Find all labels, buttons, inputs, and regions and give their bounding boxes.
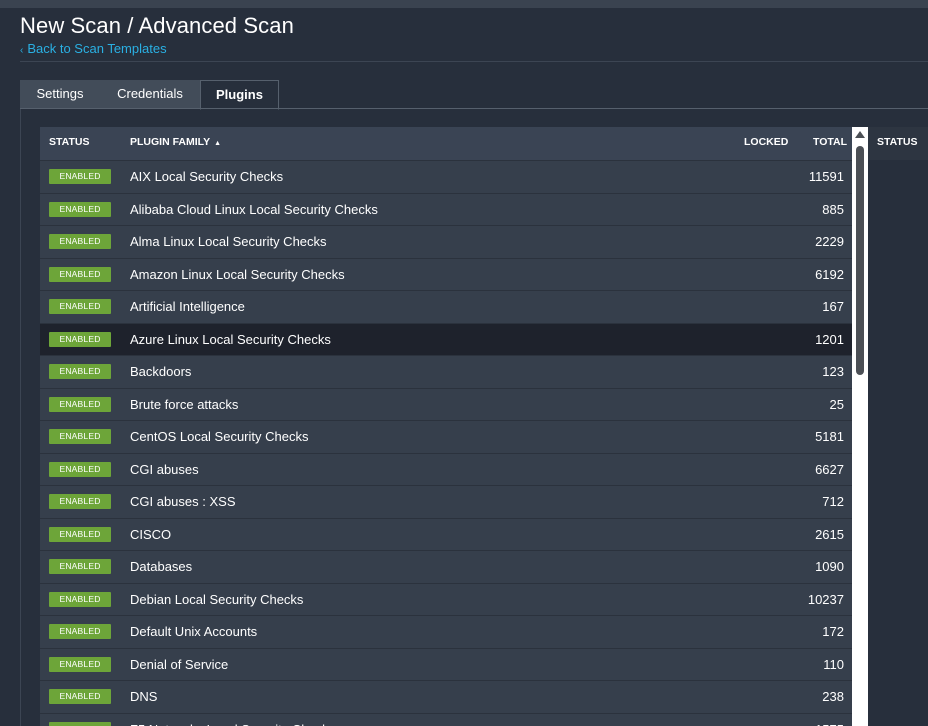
chevron-left-icon: ‹ bbox=[20, 45, 24, 56]
page-title: New Scan / Advanced Scan bbox=[20, 13, 294, 38]
status-badge[interactable]: ENABLED bbox=[49, 624, 111, 639]
status-badge[interactable]: ENABLED bbox=[49, 201, 111, 217]
table-row[interactable]: ENABLED CISCO 2615 bbox=[40, 517, 852, 551]
column-total[interactable]: TOTAL bbox=[813, 127, 847, 160]
status-badge[interactable]: ENABLED bbox=[49, 526, 111, 542]
plugin-family-name: Denial of Service bbox=[130, 656, 229, 672]
table-row[interactable]: ENABLED CentOS Local Security Checks 5181 bbox=[40, 420, 852, 453]
table-row[interactable]: ENABLED DNS 238 bbox=[40, 680, 852, 713]
status-badge[interactable]: ENABLED bbox=[49, 331, 111, 347]
plugin-total-count: 6192 bbox=[815, 266, 844, 282]
table-row[interactable]: ENABLED Denial of Service 110 bbox=[40, 647, 852, 681]
plugin-family-name: Debian Local Security Checks bbox=[130, 591, 304, 607]
plugin-family-name: Brute force attacks bbox=[130, 396, 239, 412]
table-row[interactable]: ENABLED Alma Linux Local Security Checks 2… bbox=[40, 225, 852, 258]
plugin-family-name: Backdoors bbox=[130, 364, 192, 379]
scroll-up-arrow-icon[interactable] bbox=[852, 129, 868, 141]
table-row[interactable]: ENABLED Amazon Linux Local Security Check… bbox=[40, 257, 852, 291]
status-badge[interactable]: ENABLED bbox=[49, 364, 111, 379]
back-link-label: Back to Scan Templates bbox=[27, 41, 167, 56]
sort-ascending-icon: ▲ bbox=[214, 140, 222, 147]
table-row[interactable]: ENABLED Databases 1090 bbox=[40, 550, 852, 583]
plugin-family-name: F5 Networks Local Security Checks bbox=[130, 714, 335, 726]
table-row[interactable]: ENABLED Debian Local Security Checks 10237 bbox=[40, 582, 852, 616]
status-badge[interactable]: ENABLED bbox=[49, 234, 111, 249]
table-row[interactable]: ENABLED AIX Local Security Checks 11591 bbox=[40, 160, 852, 193]
tab-settings[interactable]: Settings bbox=[20, 80, 100, 108]
status-badge[interactable]: ENABLED bbox=[49, 494, 111, 509]
table-row[interactable]: ENABLED Brute force attacks 25 bbox=[40, 387, 852, 421]
table-row[interactable]: ENABLED Alibaba Cloud Linux Local Securit… bbox=[40, 192, 852, 226]
status-badge[interactable]: ENABLED bbox=[49, 429, 111, 444]
status-badge[interactable]: ENABLED bbox=[49, 461, 111, 477]
tab-credentials[interactable]: Credentials bbox=[100, 80, 200, 108]
plugin-family-name: Alma Linux Local Security Checks bbox=[130, 234, 327, 249]
status-badge[interactable]: ENABLED bbox=[49, 559, 111, 574]
plugin-total-count: 1575 bbox=[815, 714, 844, 726]
plugin-family-name: DNS bbox=[130, 689, 158, 704]
table-row[interactable]: ENABLED Azure Linux Local Security Checks… bbox=[40, 322, 852, 356]
table-row[interactable]: ENABLED CGI abuses : XSS 712 bbox=[40, 485, 852, 518]
plugin-total-count: 123 bbox=[822, 364, 844, 379]
plugin-family-name: Artificial Intelligence bbox=[130, 299, 245, 314]
plugin-total-count: 11591 bbox=[808, 169, 844, 184]
status-badge[interactable]: ENABLED bbox=[49, 266, 111, 282]
plugin-family-name: Default Unix Accounts bbox=[130, 624, 258, 639]
tab-plugins[interactable]: Plugins bbox=[200, 80, 279, 110]
column-plugin-family[interactable]: PLUGIN FAMILY ▲ bbox=[130, 127, 221, 160]
column-status[interactable]: STATUS bbox=[49, 127, 89, 160]
status-badge[interactable]: ENABLED bbox=[49, 169, 111, 184]
plugin-family-name: Databases bbox=[130, 559, 193, 574]
status-badge[interactable]: ENABLED bbox=[49, 591, 111, 607]
plugin-total-count: 10237 bbox=[807, 591, 844, 607]
plugin-total-count: 25 bbox=[829, 396, 844, 412]
table-row[interactable]: ENABLED CGI abuses 6627 bbox=[40, 452, 852, 486]
header-divider bbox=[20, 61, 928, 62]
plugin-families-table: STATUS PLUGIN FAMILY ▲ LOCKED TOTAL ENABL… bbox=[40, 127, 852, 726]
back-to-templates-link[interactable]: ‹ Back to Scan Templates bbox=[20, 41, 167, 56]
status-badge[interactable]: ENABLED bbox=[49, 689, 111, 704]
table-row[interactable]: ENABLED Default Unix Accounts 172 bbox=[40, 615, 852, 648]
plugin-total-count: 885 bbox=[822, 201, 844, 217]
plugin-total-count: 172 bbox=[822, 624, 844, 639]
top-bar bbox=[0, 0, 928, 8]
table-row[interactable]: ENABLED Artificial Intelligence 167 bbox=[40, 290, 852, 323]
status-badge[interactable]: ENABLED bbox=[49, 299, 111, 314]
plugin-total-count: 167 bbox=[822, 299, 844, 314]
status-badge[interactable]: ENABLED bbox=[49, 721, 111, 726]
table-row[interactable]: ENABLED F5 Networks Local Security Checks… bbox=[40, 712, 852, 726]
plugin-total-count: 1090 bbox=[815, 559, 844, 574]
plugin-total-count: 238 bbox=[822, 689, 844, 704]
table-header: STATUS PLUGIN FAMILY ▲ LOCKED TOTAL bbox=[40, 127, 852, 160]
column-plugin-family-label: PLUGIN FAMILY bbox=[130, 136, 211, 148]
plugin-family-name: CGI abuses bbox=[130, 461, 199, 477]
plugin-total-count: 2615 bbox=[815, 526, 844, 542]
plugin-family-name: CentOS Local Security Checks bbox=[130, 429, 309, 444]
plugins-status-column[interactable]: STATUS bbox=[877, 127, 917, 160]
column-locked[interactable]: LOCKED bbox=[744, 127, 788, 160]
plugin-total-count: 110 bbox=[823, 656, 844, 672]
status-badge[interactable]: ENABLED bbox=[49, 396, 111, 412]
plugin-family-name: Azure Linux Local Security Checks bbox=[130, 331, 331, 347]
plugin-total-count: 712 bbox=[822, 494, 844, 509]
plugin-total-count: 2229 bbox=[815, 234, 844, 249]
plugin-total-count: 5181 bbox=[815, 429, 844, 444]
plugin-family-name: CISCO bbox=[130, 526, 172, 542]
plugin-total-count: 6627 bbox=[815, 461, 844, 477]
plugin-family-name: Amazon Linux Local Security Checks bbox=[130, 266, 345, 282]
plugin-family-name: CGI abuses : XSS bbox=[130, 494, 236, 509]
plugin-family-name: Alibaba Cloud Linux Local Security Check… bbox=[130, 201, 378, 217]
status-badge[interactable]: ENABLED bbox=[49, 656, 111, 672]
scrollbar[interactable] bbox=[852, 127, 868, 726]
plugin-family-name: AIX Local Security Checks bbox=[130, 169, 284, 184]
plugin-total-count: 1201 bbox=[815, 331, 844, 347]
table-row[interactable]: ENABLED Backdoors 123 bbox=[40, 355, 852, 388]
scrollbar-thumb[interactable] bbox=[856, 146, 864, 375]
